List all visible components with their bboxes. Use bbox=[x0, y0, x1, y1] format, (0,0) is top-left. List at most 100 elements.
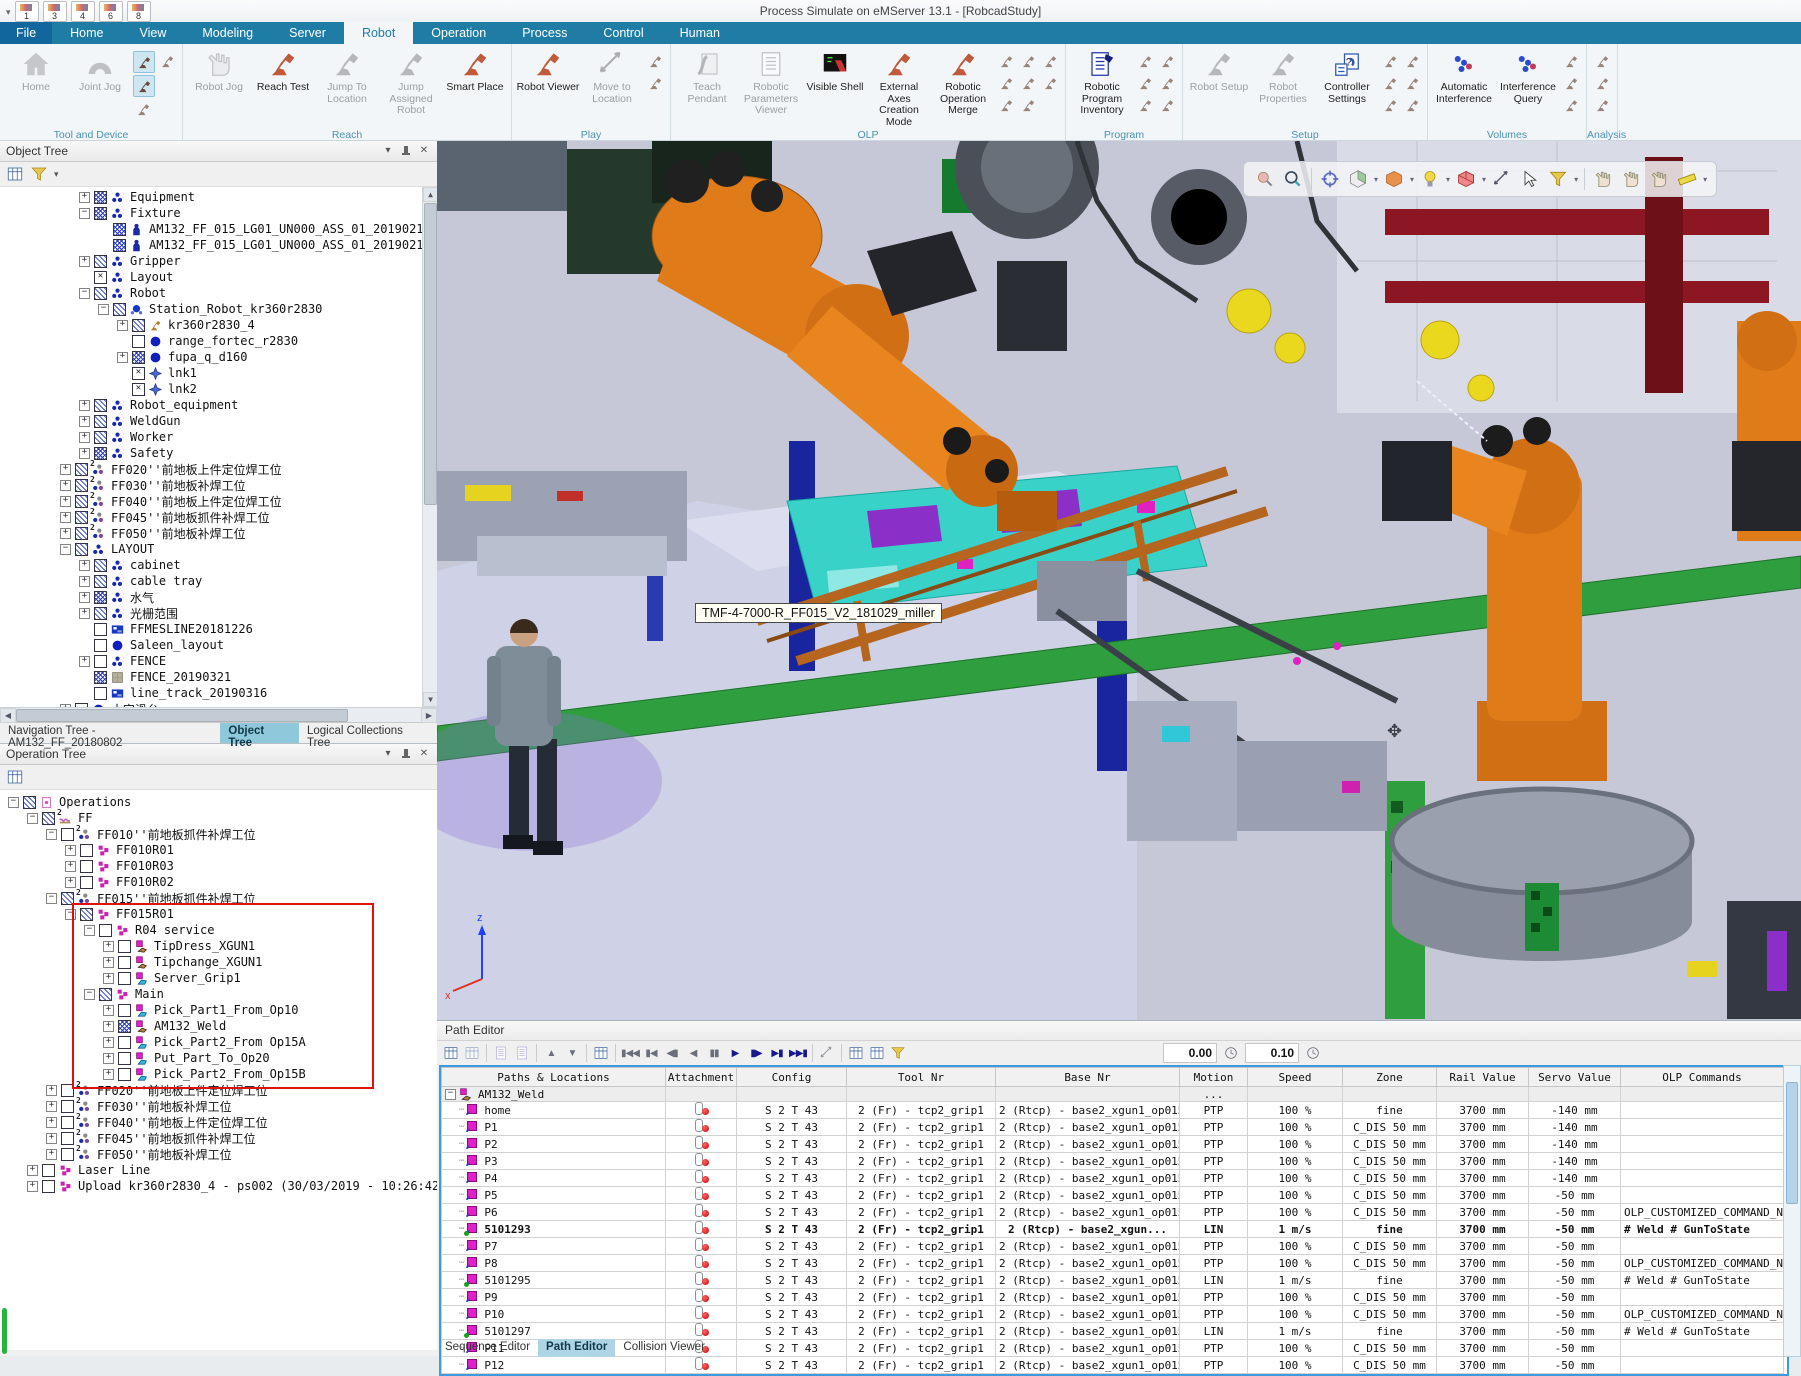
delete-olp-icon[interactable] bbox=[888, 1043, 908, 1063]
placement-icon[interactable] bbox=[1489, 166, 1515, 192]
cell-zone[interactable]: C_DIS 50 mm bbox=[1343, 1153, 1437, 1170]
small-tool-icon[interactable] bbox=[1040, 51, 1060, 71]
small-tool-icon[interactable] bbox=[1380, 51, 1400, 71]
cell-servo[interactable]: -50 mm bbox=[1529, 1357, 1621, 1374]
small-tool-icon[interactable] bbox=[1018, 51, 1038, 71]
visibility-checkbox[interactable] bbox=[118, 1036, 131, 1049]
edit-olp-icon[interactable] bbox=[846, 1043, 866, 1063]
visibility-checkbox[interactable] bbox=[94, 687, 107, 700]
dropdown-caret-icon[interactable]: ▾ bbox=[1410, 175, 1414, 184]
visibility-checkbox[interactable] bbox=[99, 924, 112, 937]
cell-motion[interactable]: PTP bbox=[1180, 1306, 1248, 1323]
cell-config[interactable]: S 2 T 43 bbox=[737, 1153, 847, 1170]
display-bulb-icon[interactable] bbox=[1417, 166, 1443, 192]
column-header-tool-nr[interactable]: Tool Nr bbox=[847, 1068, 996, 1087]
operation-tree-item[interactable]: +Laser Line bbox=[8, 1162, 437, 1178]
visibility-checkbox[interactable] bbox=[94, 591, 107, 604]
visibility-checkbox[interactable] bbox=[118, 1004, 131, 1017]
visibility-checkbox[interactable] bbox=[94, 271, 107, 284]
cell-motion[interactable]: LIN bbox=[1180, 1221, 1248, 1238]
column-header-speed[interactable]: Speed bbox=[1248, 1068, 1343, 1087]
path-table[interactable]: Paths & LocationsAttachmentConfigTool Nr… bbox=[441, 1067, 1784, 1374]
object-tree-item[interactable]: +Robot_equipment bbox=[22, 397, 437, 413]
tab-view[interactable]: View bbox=[122, 22, 185, 44]
operation-tree-item[interactable]: +Pick_Part1_From_Op10 bbox=[8, 1002, 437, 1018]
object-tree-item[interactable]: +Worker bbox=[22, 429, 437, 445]
editor-tab-sequence-editor[interactable]: Sequence Editor bbox=[437, 1339, 538, 1357]
object-tree-item[interactable]: AM132_FF_015_LG01_UN000_ASS_01_20190218 bbox=[22, 221, 437, 237]
operation-tree-item[interactable]: +2FF040''前地板上件定位焊工位 bbox=[8, 1114, 437, 1130]
expand-icon[interactable]: + bbox=[79, 608, 90, 619]
tab-operation[interactable]: Operation bbox=[413, 22, 504, 44]
visibility-checkbox[interactable] bbox=[75, 511, 88, 524]
cell-servo[interactable] bbox=[1529, 1087, 1621, 1102]
cell-olp[interactable]: OLP_CUSTOMIZED_COMMAND_NAM bbox=[1621, 1306, 1784, 1323]
cell-base[interactable]: 2 (Rtcp) - base2_xgun1_op015 bbox=[996, 1255, 1180, 1272]
cell-tool[interactable]: 2 (Fr) - tcp2_grip1 bbox=[847, 1119, 996, 1136]
pane-menu-icon[interactable]: ▾ bbox=[381, 144, 395, 158]
cell-servo[interactable]: -50 mm bbox=[1529, 1289, 1621, 1306]
object-tree-item[interactable]: +Equipment bbox=[22, 189, 437, 205]
cell-tool[interactable]: 2 (Fr) - tcp2_grip1 bbox=[847, 1255, 996, 1272]
cell-servo[interactable]: -50 mm bbox=[1529, 1238, 1621, 1255]
quick-access-button-8[interactable]: 8 bbox=[127, 1, 151, 22]
object-tree-item[interactable]: −Robot bbox=[22, 285, 437, 301]
object-tree-item[interactable]: +Safety bbox=[22, 445, 437, 461]
dock-tab-logical-collections-tree[interactable]: Logical Collections Tree bbox=[299, 723, 437, 743]
object-tree-item[interactable]: +cable tray bbox=[22, 573, 437, 589]
visibility-checkbox[interactable] bbox=[94, 415, 107, 428]
small-tool-icon[interactable] bbox=[1561, 51, 1581, 71]
small-tool-icon[interactable] bbox=[996, 95, 1016, 115]
small-tool-icon[interactable] bbox=[1561, 73, 1581, 93]
dropdown-caret-icon[interactable]: ▾ bbox=[1574, 175, 1578, 184]
visibility-checkbox[interactable] bbox=[132, 367, 145, 380]
cell-olp[interactable] bbox=[1621, 1238, 1784, 1255]
cell-olp[interactable] bbox=[1621, 1136, 1784, 1153]
small-tool-icon[interactable] bbox=[1157, 95, 1177, 115]
visibility-checkbox[interactable] bbox=[113, 303, 126, 316]
visibility-checkbox[interactable] bbox=[61, 1148, 74, 1161]
small-tool-icon[interactable] bbox=[1402, 95, 1422, 115]
tab-process[interactable]: Process bbox=[504, 22, 585, 44]
visibility-checkbox[interactable] bbox=[80, 908, 93, 921]
collapse-icon[interactable]: − bbox=[65, 909, 76, 920]
cell-motion[interactable]: PTP bbox=[1180, 1255, 1248, 1272]
play-forward-icon[interactable]: ▶ bbox=[725, 1043, 745, 1063]
tab-server[interactable]: Server bbox=[271, 22, 344, 44]
object-tree-item[interactable]: Layout bbox=[22, 269, 437, 285]
cell-speed[interactable]: 100 % bbox=[1248, 1102, 1343, 1119]
cell-config[interactable]: S 2 T 43 bbox=[737, 1238, 847, 1255]
operation-tree-item[interactable]: −2FF bbox=[8, 810, 437, 826]
cell-config[interactable]: S 2 T 43 bbox=[737, 1221, 847, 1238]
small-tool-icon[interactable] bbox=[1402, 73, 1422, 93]
filter-caret-icon[interactable]: ▾ bbox=[54, 169, 59, 180]
expand-icon[interactable]: + bbox=[117, 352, 128, 363]
column-header-servo-value[interactable]: Servo Value bbox=[1529, 1068, 1621, 1087]
quick-access-button-6[interactable]: 6 bbox=[99, 1, 123, 22]
cell-olp[interactable] bbox=[1621, 1289, 1784, 1306]
expand-icon[interactable]: + bbox=[117, 320, 128, 331]
next-location-icon[interactable]: ▮▶ bbox=[746, 1043, 766, 1063]
table-row-P12[interactable]: ⋯↙P12S 2 T 432 (Fr) - tcp2_grip12 (Rtcp)… bbox=[442, 1357, 1784, 1374]
cell-olp[interactable] bbox=[1621, 1340, 1784, 1357]
object-tree-item[interactable]: −LAYOUT bbox=[22, 541, 437, 557]
cell-olp[interactable]: # Weld # GunToState bbox=[1621, 1272, 1784, 1289]
small-tool-icon[interactable] bbox=[645, 73, 665, 93]
table-row-P1[interactable]: ⋯↙P1S 2 T 432 (Fr) - tcp2_grip12 (Rtcp) … bbox=[442, 1119, 1784, 1136]
cell-speed[interactable]: 100 % bbox=[1248, 1357, 1343, 1374]
cell-config[interactable]: S 2 T 43 bbox=[737, 1340, 847, 1357]
small-tool-icon[interactable] bbox=[1402, 51, 1422, 71]
scroll-left-icon[interactable]: ◀ bbox=[0, 708, 16, 723]
cell-rail[interactable]: 3700 mm bbox=[1437, 1238, 1529, 1255]
visibility-checkbox[interactable] bbox=[94, 671, 107, 684]
cell-base[interactable]: 2 (Rtcp) - base2_xgun... bbox=[996, 1221, 1180, 1238]
collapse-icon[interactable]: − bbox=[98, 304, 109, 315]
small-tool-icon[interactable] bbox=[1592, 95, 1612, 115]
operation-tree-item[interactable]: +AM132_Weld bbox=[8, 1018, 437, 1034]
cell-olp[interactable]: # Weld # GunToState bbox=[1621, 1221, 1784, 1238]
cell-rail[interactable]: 3700 mm bbox=[1437, 1170, 1529, 1187]
tab-human[interactable]: Human bbox=[662, 22, 738, 44]
cell-speed[interactable]: 100 % bbox=[1248, 1289, 1343, 1306]
table-row-P9[interactable]: ⋯↙P9S 2 T 432 (Fr) - tcp2_grip12 (Rtcp) … bbox=[442, 1289, 1784, 1306]
cell-base[interactable]: 2 (Rtcp) - base2_xgun1_op015 bbox=[996, 1187, 1180, 1204]
